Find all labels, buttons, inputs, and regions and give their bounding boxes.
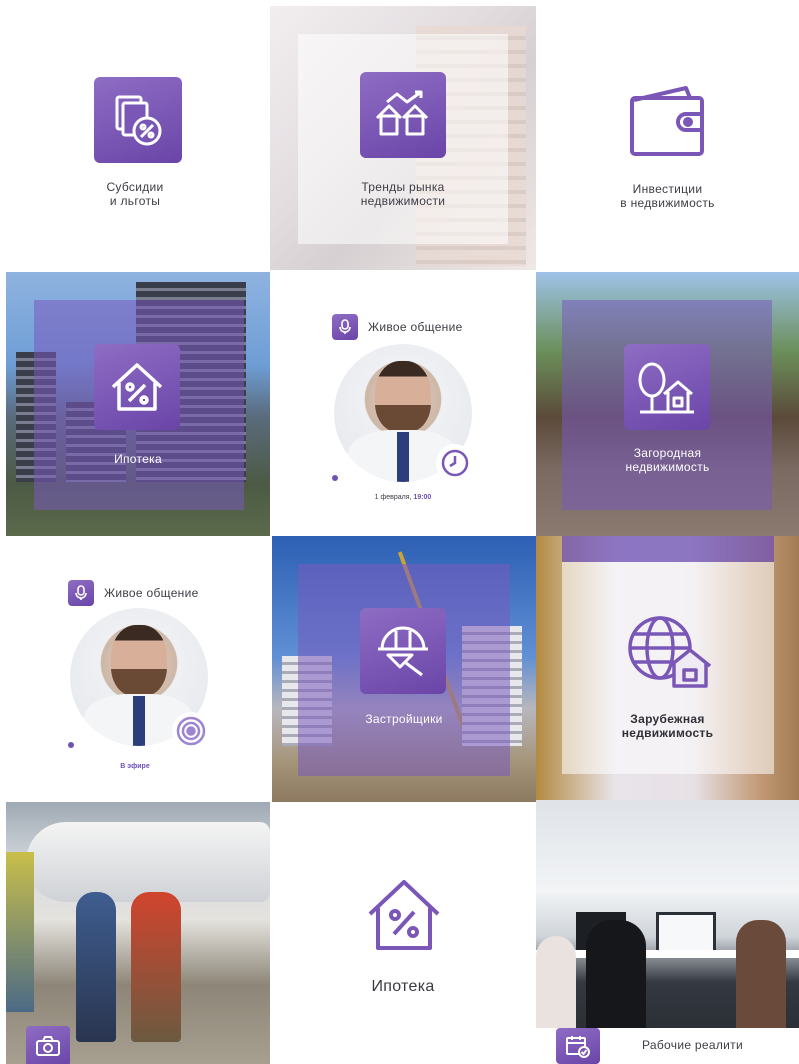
helmet-trowel-icon <box>378 626 428 677</box>
work-reality-bar[interactable]: Рабочие реалити <box>536 1028 799 1064</box>
subsidies-label-line2: и льготы <box>109 194 161 208</box>
on-air-status: В эфире <box>120 763 150 770</box>
pager-dot-2 <box>68 742 74 748</box>
tile-mortgage-plain[interactable]: Ипотека <box>270 802 536 1064</box>
tile-live-talk-on-air[interactable]: Живое общение В эфире <box>0 536 270 800</box>
wallet-icon <box>630 86 704 156</box>
document-percent-icon <box>115 95 162 146</box>
tree-house-icon <box>638 362 694 414</box>
live-talk-date: 1 февраля, 19:00 <box>374 494 432 501</box>
calendar-check-icon <box>566 1036 590 1058</box>
tile-market-trends[interactable]: Тренды рынка недвижимости <box>270 6 536 270</box>
invest-label-line2: в недвижимость <box>620 196 715 210</box>
house-percent-icon-box <box>94 344 180 430</box>
houses-chart-icon <box>375 90 429 136</box>
tile-work-reality[interactable] <box>536 800 799 1028</box>
house-percent-icon-2 <box>368 880 440 950</box>
tile-country-property[interactable]: Загородная недвижимость <box>536 272 799 536</box>
tile-developers[interactable]: Застройщики <box>272 536 536 802</box>
abroad-label-line2: недвижимость <box>621 726 714 740</box>
tile-foreign-property[interactable]: Зарубежная недвижимость <box>536 536 799 800</box>
mortgage-photo-label: Ипотека <box>114 452 162 466</box>
broadcast-badge <box>172 712 210 750</box>
work-reality-label: Рабочие реалити <box>642 1038 743 1052</box>
tile-investments[interactable]: Инвестиции в недвижимость <box>536 0 799 270</box>
abroad-label-line1: Зарубежная <box>630 712 705 726</box>
clock-icon <box>441 449 469 477</box>
calendar-check-icon-box <box>556 1028 600 1064</box>
broadcast-icon <box>176 716 206 746</box>
trends-label-line1: Тренды рынка <box>361 180 445 194</box>
tile-mortgage-photo[interactable]: Ипотека <box>6 272 270 536</box>
mortgage-plain-label: Ипотека <box>371 978 435 995</box>
invest-label-line1: Инвестиции <box>632 182 703 196</box>
live-talk-title-2: Живое общение <box>104 586 199 600</box>
tile-live-talk-scheduled[interactable]: Живое общение 1 февраля, 19:00 <box>270 272 536 536</box>
camera-icon-box <box>26 1026 70 1064</box>
helmet-trowel-icon-box <box>360 608 446 694</box>
pager-dot <box>332 475 338 481</box>
camera-icon <box>36 1036 60 1056</box>
subsidies-label-line1: Субсидии <box>106 180 164 194</box>
globe-house-icon <box>628 616 712 688</box>
country-label-line2: недвижимость <box>625 460 710 474</box>
live-talk-title: Живое общение <box>368 320 463 334</box>
house-percent-icon <box>111 363 163 411</box>
tile-travel-photo[interactable] <box>6 802 270 1064</box>
tile-subsidies[interactable]: Субсидии и льготы <box>0 0 270 270</box>
tree-house-icon-box <box>624 344 710 430</box>
clock-badge <box>436 444 474 482</box>
microphone-icon-2 <box>68 580 94 606</box>
houses-chart-icon-box <box>360 72 446 158</box>
developers-label: Застройщики <box>365 712 443 726</box>
country-label-line1: Загородная <box>633 446 702 460</box>
trends-label-line2: недвижимости <box>360 194 446 208</box>
microphone-icon <box>332 314 358 340</box>
document-percent-icon-box <box>94 77 182 163</box>
